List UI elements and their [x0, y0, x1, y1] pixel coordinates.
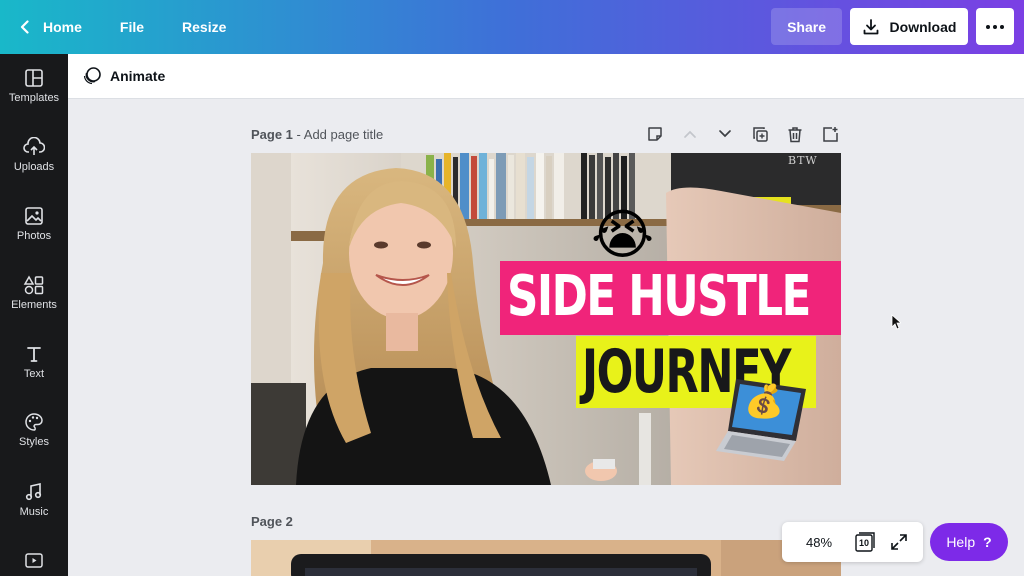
- sticky-note-icon: [648, 127, 662, 141]
- page-1-canvas[interactable]: SIDE HUSTLE JOURNEY 😭 💰 BTW: [251, 153, 841, 485]
- upload-icon: [23, 137, 45, 155]
- left-sidebar: Templates Uploads Photos Elements Text S…: [0, 54, 68, 576]
- animate-icon: [83, 67, 101, 85]
- fullscreen-button[interactable]: [890, 533, 908, 551]
- page-2-canvas[interactable]: [251, 540, 841, 576]
- download-icon: [863, 18, 878, 34]
- animate-label: Animate: [110, 68, 166, 84]
- delete-page-button[interactable]: [785, 124, 805, 144]
- money-bag-emoji: 💰: [744, 383, 784, 419]
- top-toolbar-left: Home File Resize: [0, 0, 226, 54]
- templates-icon: [25, 69, 43, 87]
- sidebar-item-templates[interactable]: Templates: [0, 68, 68, 128]
- music-icon: [25, 483, 42, 501]
- chevron-up-icon: [684, 130, 696, 138]
- top-toolbar-right: Share Download: [771, 8, 1014, 45]
- sidebar-item-label: Styles: [19, 436, 49, 448]
- sidebar-item-video[interactable]: [0, 552, 68, 576]
- elements-icon: [23, 275, 44, 295]
- trash-icon: [788, 126, 802, 142]
- page-toolbar: [645, 124, 840, 144]
- top-toolbar: Home File Resize Share Download: [0, 0, 1024, 54]
- sidebar-item-label: Photos: [16, 230, 52, 242]
- page-2-label: Page 2: [251, 514, 293, 529]
- more-dots-icon: [986, 24, 1004, 29]
- more-options-button[interactable]: [976, 8, 1014, 45]
- sidebar-item-label: Uploads: [13, 161, 55, 173]
- video-icon: [25, 553, 43, 568]
- page-1-label: Page 1: [251, 127, 293, 142]
- resize-button[interactable]: Resize: [182, 9, 226, 45]
- file-menu-button[interactable]: File: [120, 9, 144, 45]
- text-icon: [27, 347, 41, 362]
- sidebar-item-label: Text: [23, 368, 45, 380]
- home-label: Home: [43, 19, 82, 35]
- sidebar-item-label: Elements: [11, 299, 57, 311]
- download-button[interactable]: Download: [850, 8, 968, 45]
- page-notes-button[interactable]: [645, 124, 665, 144]
- animate-button[interactable]: Animate: [82, 66, 165, 86]
- page-2-preview: [251, 540, 841, 576]
- page-count: 10: [858, 538, 869, 548]
- sidebar-item-photos[interactable]: Photos: [0, 206, 68, 266]
- chevron-left-icon: [20, 20, 29, 34]
- help-label: Help: [946, 534, 976, 550]
- sidebar-item-label: Templates: [8, 92, 60, 104]
- page-title-input[interactable]: - Add page title: [297, 127, 384, 142]
- crying-emoji[interactable]: 😭: [591, 205, 654, 265]
- expand-icon: [891, 534, 907, 550]
- share-button[interactable]: Share: [771, 8, 842, 45]
- sidebar-item-text[interactable]: Text: [0, 344, 68, 404]
- sidebar-item-label: Music: [19, 506, 49, 518]
- page-count-button[interactable]: 10: [854, 531, 876, 553]
- move-page-up-button[interactable]: [680, 124, 700, 144]
- page-2-header: Page 2: [251, 514, 293, 529]
- zoom-controls: 48% 10: [782, 522, 923, 562]
- add-page-icon: [822, 126, 838, 142]
- context-toolbar: Animate: [68, 54, 1024, 99]
- duplicate-page-button[interactable]: [750, 124, 770, 144]
- download-label: Download: [889, 18, 957, 35]
- home-button[interactable]: Home: [20, 9, 82, 45]
- laptop-money-sticker[interactable]: 💰: [714, 371, 814, 463]
- zoom-level[interactable]: 48%: [806, 535, 832, 550]
- help-button[interactable]: Help ?: [930, 523, 1008, 561]
- photo-icon: [25, 207, 43, 225]
- chevron-down-icon: [719, 130, 731, 138]
- palette-icon: [25, 413, 43, 431]
- sidebar-item-styles[interactable]: Styles: [0, 412, 68, 472]
- add-page-button[interactable]: [820, 124, 840, 144]
- headline-line1-text: SIDE HUSTLE: [507, 264, 811, 329]
- move-page-down-button[interactable]: [715, 124, 735, 144]
- mouse-cursor-icon: [891, 314, 901, 330]
- sidebar-item-elements[interactable]: Elements: [0, 275, 68, 335]
- page-1-header: Page 1 - Add page title: [251, 127, 383, 142]
- shelf-sign: BTW: [788, 154, 818, 167]
- duplicate-icon: [752, 126, 768, 142]
- sidebar-item-music[interactable]: Music: [0, 482, 68, 542]
- question-icon: ?: [983, 534, 992, 550]
- sidebar-item-uploads[interactable]: Uploads: [0, 137, 68, 197]
